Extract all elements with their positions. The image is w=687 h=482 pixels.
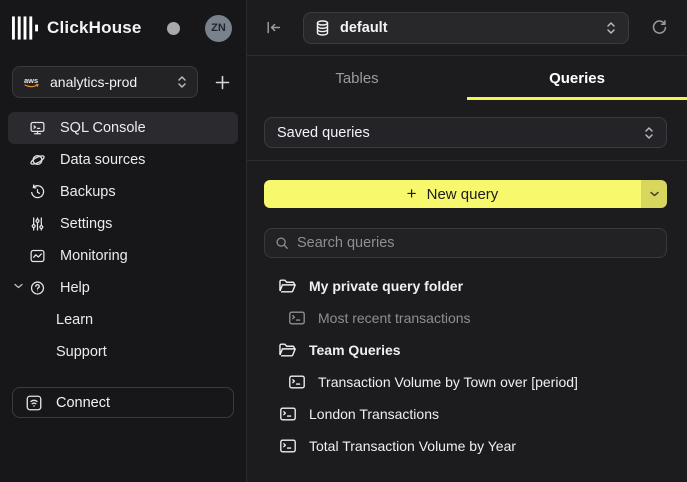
new-query-dropdown-button[interactable] <box>641 180 667 208</box>
saved-queries-row: Saved queries <box>247 100 687 161</box>
query-folder-label: My private query folder <box>309 278 463 294</box>
sql-console-icon <box>29 120 46 137</box>
brand-title: ClickHouse <box>47 18 142 38</box>
database-icon <box>316 20 329 36</box>
search-queries-input[interactable] <box>297 235 656 251</box>
sidebar-item-label: Backups <box>60 184 116 200</box>
sidebar-item-backups[interactable]: Backups <box>8 176 238 208</box>
search-icon <box>275 236 289 250</box>
sidebar: ClickHouse ZN aws analytics-prod <box>0 0 247 482</box>
database-selector[interactable]: default <box>303 12 629 44</box>
chevron-updown-icon <box>606 21 616 35</box>
query-item[interactable]: London Transactions <box>247 398 687 430</box>
sidebar-item-data-sources[interactable]: Data sources <box>8 144 238 176</box>
sidebar-item-label: Help <box>60 280 90 296</box>
query-item-label: Most recent transactions <box>318 310 471 326</box>
chevron-down-icon <box>650 191 659 197</box>
sidebar-nav: SQL Console Data sources <box>0 112 246 368</box>
saved-queries-selector[interactable]: Saved queries <box>264 117 667 148</box>
backups-icon <box>29 184 46 201</box>
org-selector-value: analytics-prod <box>50 74 177 90</box>
query-folder[interactable]: Team Queries <box>247 334 687 366</box>
clickhouse-logo-icon <box>12 16 38 40</box>
chevron-updown-icon <box>644 126 654 140</box>
connect-label: Connect <box>56 395 110 411</box>
search-row <box>247 208 687 258</box>
chevron-updown-icon <box>177 75 187 89</box>
query-item[interactable]: Total Transaction Volume by Year <box>247 430 687 462</box>
new-query-label: New query <box>427 186 499 203</box>
sidebar-item-label: Settings <box>60 216 112 232</box>
queries-panel: default Tables Queries Saved queries <box>247 0 687 482</box>
sidebar-item-sql-console[interactable]: SQL Console <box>8 112 238 144</box>
query-folder-label: Team Queries <box>309 342 401 358</box>
data-sources-icon <box>29 152 46 169</box>
sidebar-item-learn[interactable]: Learn <box>8 304 238 336</box>
new-query-split-button: + New query <box>264 180 667 208</box>
query-folder[interactable]: My private query folder <box>247 270 687 302</box>
sidebar-item-support[interactable]: Support <box>8 336 238 368</box>
plus-icon <box>215 75 230 90</box>
query-terminal-icon <box>287 373 306 392</box>
panel-header: default <box>247 0 687 56</box>
query-item[interactable]: Most recent transactions <box>247 302 687 334</box>
avatar[interactable]: ZN <box>205 15 232 42</box>
query-item[interactable]: Transaction Volume by Town over [period] <box>247 366 687 398</box>
chevron-down-icon[interactable] <box>14 283 23 289</box>
plus-icon: + <box>407 184 417 204</box>
sidebar-item-label: SQL Console <box>60 120 146 136</box>
monitoring-icon <box>29 248 46 265</box>
org-selector[interactable]: aws analytics-prod <box>12 66 198 98</box>
new-query-row: + New query <box>247 161 687 208</box>
query-item-label: Total Transaction Volume by Year <box>309 438 516 454</box>
collapse-left-icon[interactable] <box>259 14 287 42</box>
sidebar-header: ClickHouse ZN <box>0 13 246 43</box>
saved-queries-selector-value: Saved queries <box>277 125 644 141</box>
clickhouse-app: ClickHouse ZN aws analytics-prod <box>0 0 687 482</box>
folder-open-icon <box>278 277 297 296</box>
sidebar-item-monitoring[interactable]: Monitoring <box>8 240 238 272</box>
panel-tabs: Tables Queries <box>247 56 687 100</box>
status-dot-icon[interactable] <box>167 22 180 35</box>
refresh-icon[interactable] <box>645 14 673 42</box>
tab-queries[interactable]: Queries <box>467 56 687 100</box>
query-item-label: London Transactions <box>309 406 439 422</box>
add-service-button[interactable] <box>210 70 234 94</box>
settings-icon <box>29 216 46 233</box>
query-terminal-icon <box>278 437 297 456</box>
connect-icon <box>25 394 43 412</box>
sidebar-item-label: Data sources <box>60 152 145 168</box>
connect-button[interactable]: Connect <box>12 387 234 418</box>
tab-tables[interactable]: Tables <box>247 56 467 100</box>
aws-icon: aws <box>23 76 41 89</box>
org-selector-row: aws analytics-prod <box>12 66 234 98</box>
search-box <box>264 228 667 258</box>
folder-open-icon <box>278 341 297 360</box>
svg-text:aws: aws <box>24 76 38 85</box>
sidebar-item-settings[interactable]: Settings <box>8 208 238 240</box>
query-item-label: Transaction Volume by Town over [period] <box>318 374 578 390</box>
new-query-button[interactable]: + New query <box>264 180 641 208</box>
query-terminal-icon <box>287 309 306 328</box>
query-terminal-icon <box>278 405 297 424</box>
sidebar-item-help[interactable]: Help <box>8 272 238 304</box>
sidebar-item-label: Monitoring <box>60 248 128 264</box>
database-selector-value: default <box>340 20 606 36</box>
help-icon <box>29 280 46 297</box>
query-tree: My private query folder Most recent tran… <box>247 270 687 462</box>
